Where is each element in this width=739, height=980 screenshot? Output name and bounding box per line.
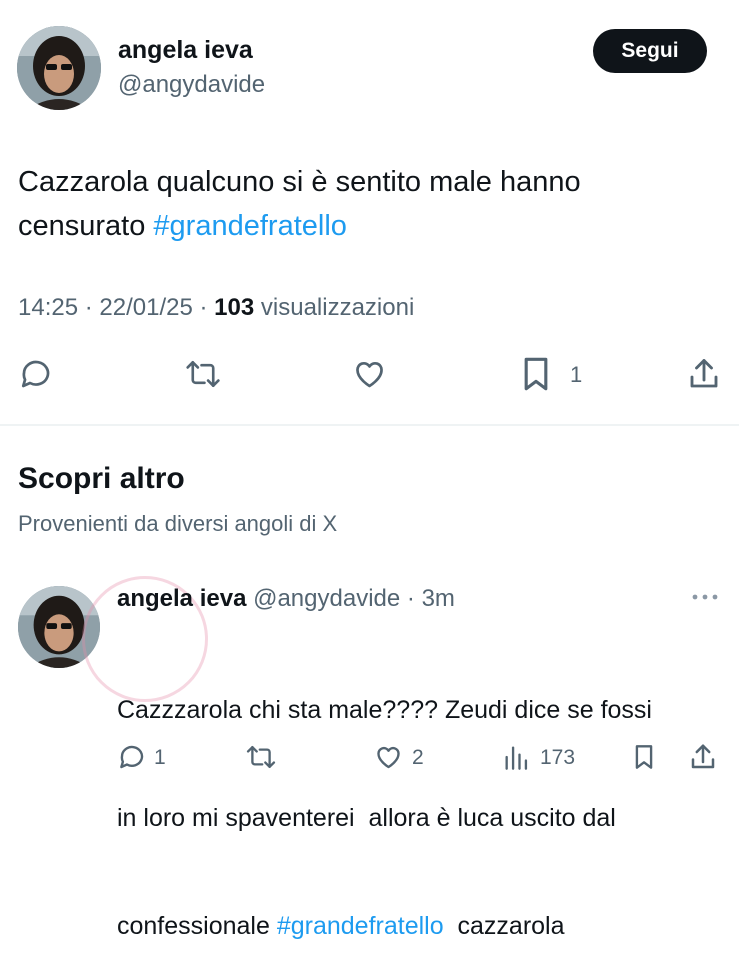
tweet-meta: 14:25 · 22/01/25 · 103 visualizzazioni [18,294,415,321]
reply-text-line: Cazzzarola chi sta male???? Zeudi dice s… [117,696,652,724]
follow-button[interactable]: Segui [593,29,707,73]
views-count: 103 [214,294,255,321]
share-icon[interactable] [686,355,722,393]
reply-author-name[interactable]: angela ieva [117,585,246,612]
tweet-date[interactable]: 22/01/25 [99,294,192,321]
tweet-text: Cazzarola qualcuno si è sentito male han… [18,160,698,248]
like-icon[interactable] [351,356,388,392]
author-avatar[interactable] [17,26,101,110]
reply-text-line: confessionale #grandefratello cazzarola [117,912,565,940]
views-count: 173 [540,746,576,769]
reply-icon[interactable] [117,742,147,772]
reply-time[interactable]: 3m [422,585,455,612]
like-count: 2 [412,746,424,769]
reply-icon[interactable] [18,356,54,392]
like-icon[interactable] [373,742,404,772]
bookmark-icon[interactable] [631,741,657,773]
avatar-image [17,26,101,110]
reply-text-line: in loro mi spaventerei allora è luca usc… [117,804,616,832]
section-divider [0,424,739,426]
views-label: visualizzazioni [260,294,415,321]
reply-count: 1 [154,746,166,769]
reply-hashtag-link[interactable]: #grandefratello [277,912,444,940]
share-icon[interactable] [688,741,718,773]
discover-subtitle: Provenienti da diversi angoli di X [18,511,338,536]
bookmark-count: 1 [570,362,583,387]
author-handle[interactable]: @angydavide [118,71,265,99]
tweet-time[interactable]: 14:25 [18,294,78,321]
repost-icon[interactable] [184,356,222,392]
discover-title: Scopri altro [18,462,185,495]
reply-text: Cazzzarola chi sta male???? Zeudi dice s… [117,620,727,980]
repost-icon[interactable] [245,742,277,772]
bookmark-icon[interactable] [518,354,554,394]
reply-author-handle[interactable]: @angydavide [253,585,400,612]
author-name[interactable]: angela ieva [118,36,253,65]
hashtag-link[interactable]: #grandefratello [153,210,346,242]
views-icon[interactable] [503,743,529,771]
more-icon[interactable] [690,590,720,604]
reply-header: angela ieva @angydavide · 3m [117,585,455,612]
